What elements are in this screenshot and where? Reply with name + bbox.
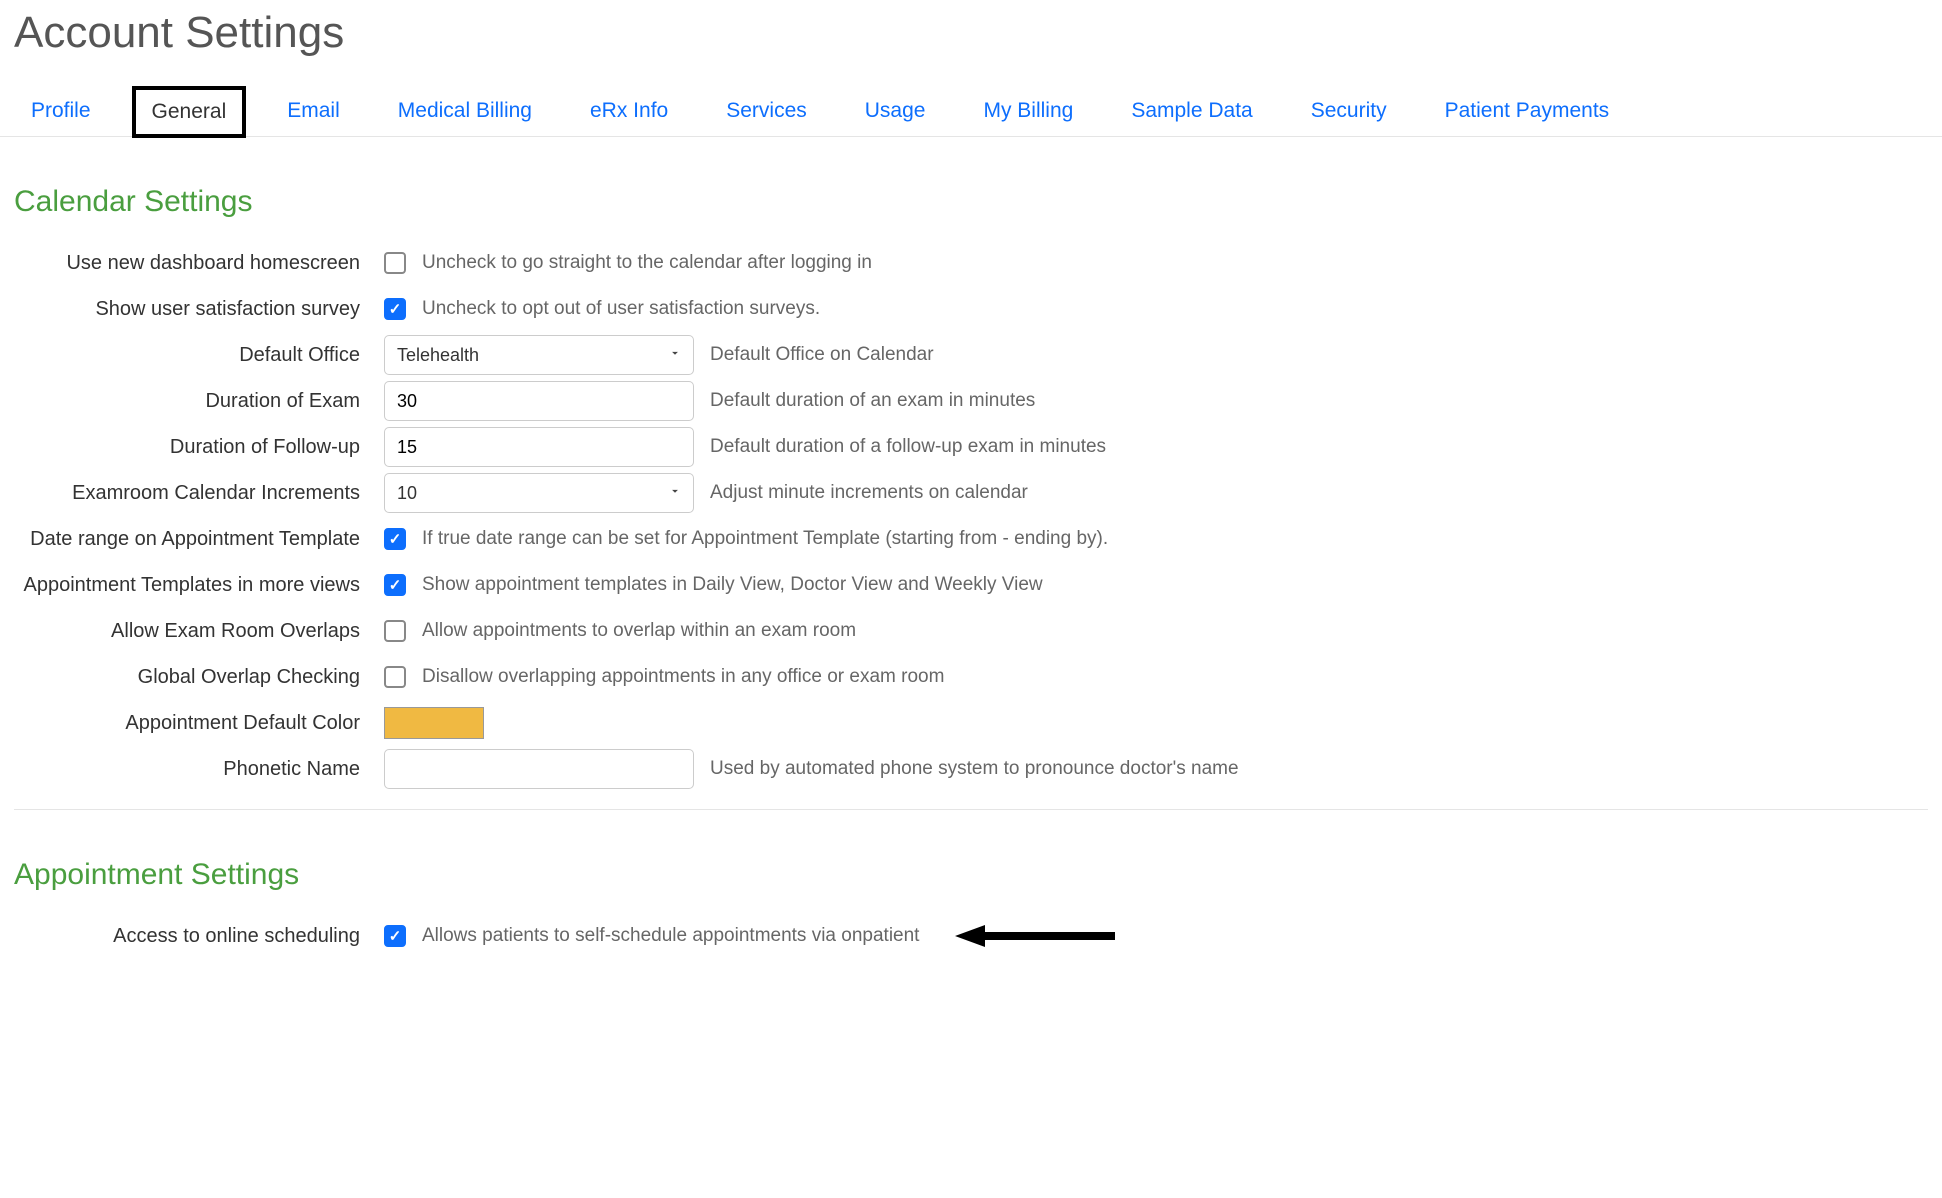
- label-default-office: Default Office: [14, 344, 384, 367]
- tab-profile[interactable]: Profile: [14, 86, 108, 136]
- page-title: Account Settings: [0, 0, 1942, 86]
- arrow-left-icon: [955, 921, 1115, 951]
- row-phonetic-name: Phonetic Name Used by automated phone sy…: [14, 747, 1928, 791]
- hint-duration-exam: Default duration of an exam in minutes: [710, 390, 1035, 412]
- tabs-nav: Profile General Email Medical Billing eR…: [0, 86, 1942, 137]
- label-examroom-increments: Examroom Calendar Increments: [14, 482, 384, 505]
- checkbox-templates-more-views[interactable]: [384, 574, 406, 596]
- row-online-scheduling: Access to online scheduling Allows patie…: [14, 914, 1928, 958]
- label-global-overlap: Global Overlap Checking: [14, 666, 384, 689]
- tab-usage[interactable]: Usage: [848, 86, 943, 136]
- row-allow-overlaps: Allow Exam Room Overlaps Allow appointme…: [14, 609, 1928, 653]
- label-duration-followup: Duration of Follow-up: [14, 436, 384, 459]
- hint-use-new-dashboard: Uncheck to go straight to the calendar a…: [422, 252, 872, 274]
- checkbox-use-new-dashboard[interactable]: [384, 252, 406, 274]
- tab-medical-billing[interactable]: Medical Billing: [381, 86, 549, 136]
- row-date-range-template: Date range on Appointment Template If tr…: [14, 517, 1928, 561]
- row-duration-followup: Duration of Follow-up Default duration o…: [14, 425, 1928, 469]
- label-duration-exam: Duration of Exam: [14, 390, 384, 413]
- tab-services[interactable]: Services: [709, 86, 824, 136]
- tab-my-billing[interactable]: My Billing: [966, 86, 1090, 136]
- label-allow-overlaps: Allow Exam Room Overlaps: [14, 620, 384, 643]
- tab-security[interactable]: Security: [1294, 86, 1404, 136]
- input-duration-followup[interactable]: [384, 427, 694, 467]
- label-use-new-dashboard: Use new dashboard homescreen: [14, 252, 384, 275]
- row-templates-more-views: Appointment Templates in more views Show…: [14, 563, 1928, 607]
- hint-examroom-increments: Adjust minute increments on calendar: [710, 482, 1028, 504]
- select-default-office[interactable]: Telehealth: [384, 335, 694, 375]
- label-date-range-template: Date range on Appointment Template: [14, 528, 384, 551]
- label-default-color: Appointment Default Color: [14, 712, 384, 735]
- hint-default-office: Default Office on Calendar: [710, 344, 934, 366]
- row-use-new-dashboard: Use new dashboard homescreen Uncheck to …: [14, 241, 1928, 285]
- hint-allow-overlaps: Allow appointments to overlap within an …: [422, 620, 856, 642]
- section-title-appointment-settings: Appointment Settings: [0, 810, 1942, 914]
- tab-email[interactable]: Email: [270, 86, 357, 136]
- tab-sample-data[interactable]: Sample Data: [1114, 86, 1269, 136]
- select-examroom-increments[interactable]: 10: [384, 473, 694, 513]
- hint-date-range-template: If true date range can be set for Appoin…: [422, 528, 1108, 550]
- label-satisfaction-survey: Show user satisfaction survey: [14, 298, 384, 321]
- hint-satisfaction-survey: Uncheck to opt out of user satisfaction …: [422, 298, 820, 320]
- input-phonetic-name[interactable]: [384, 749, 694, 789]
- section-title-calendar-settings: Calendar Settings: [0, 137, 1942, 241]
- tab-erx-info[interactable]: eRx Info: [573, 86, 685, 136]
- label-templates-more-views: Appointment Templates in more views: [14, 574, 384, 597]
- row-default-color: Appointment Default Color: [14, 701, 1928, 745]
- row-duration-exam: Duration of Exam Default duration of an …: [14, 379, 1928, 423]
- label-phonetic-name: Phonetic Name: [14, 758, 384, 781]
- label-online-scheduling: Access to online scheduling: [14, 925, 384, 948]
- color-picker-default-color[interactable]: [384, 707, 484, 739]
- tab-patient-payments[interactable]: Patient Payments: [1428, 86, 1627, 136]
- hint-duration-followup: Default duration of a follow-up exam in …: [710, 436, 1106, 458]
- appointment-settings-block: Access to online scheduling Allows patie…: [0, 914, 1942, 958]
- row-examroom-increments: Examroom Calendar Increments 10 Adjust m…: [14, 471, 1928, 515]
- hint-online-scheduling: Allows patients to self-schedule appoint…: [422, 925, 919, 947]
- tab-general[interactable]: General: [132, 86, 247, 138]
- row-satisfaction-survey: Show user satisfaction survey Uncheck to…: [14, 287, 1928, 331]
- checkbox-global-overlap[interactable]: [384, 666, 406, 688]
- checkbox-date-range-template[interactable]: [384, 528, 406, 550]
- checkbox-online-scheduling[interactable]: [384, 925, 406, 947]
- hint-phonetic-name: Used by automated phone system to pronou…: [710, 758, 1239, 780]
- checkbox-allow-overlaps[interactable]: [384, 620, 406, 642]
- row-default-office: Default Office Telehealth Default Office…: [14, 333, 1928, 377]
- row-global-overlap: Global Overlap Checking Disallow overlap…: [14, 655, 1928, 699]
- checkbox-satisfaction-survey[interactable]: [384, 298, 406, 320]
- hint-global-overlap: Disallow overlapping appointments in any…: [422, 666, 944, 688]
- calendar-settings-block: Use new dashboard homescreen Uncheck to …: [0, 241, 1942, 791]
- input-duration-exam[interactable]: [384, 381, 694, 421]
- hint-templates-more-views: Show appointment templates in Daily View…: [422, 574, 1043, 596]
